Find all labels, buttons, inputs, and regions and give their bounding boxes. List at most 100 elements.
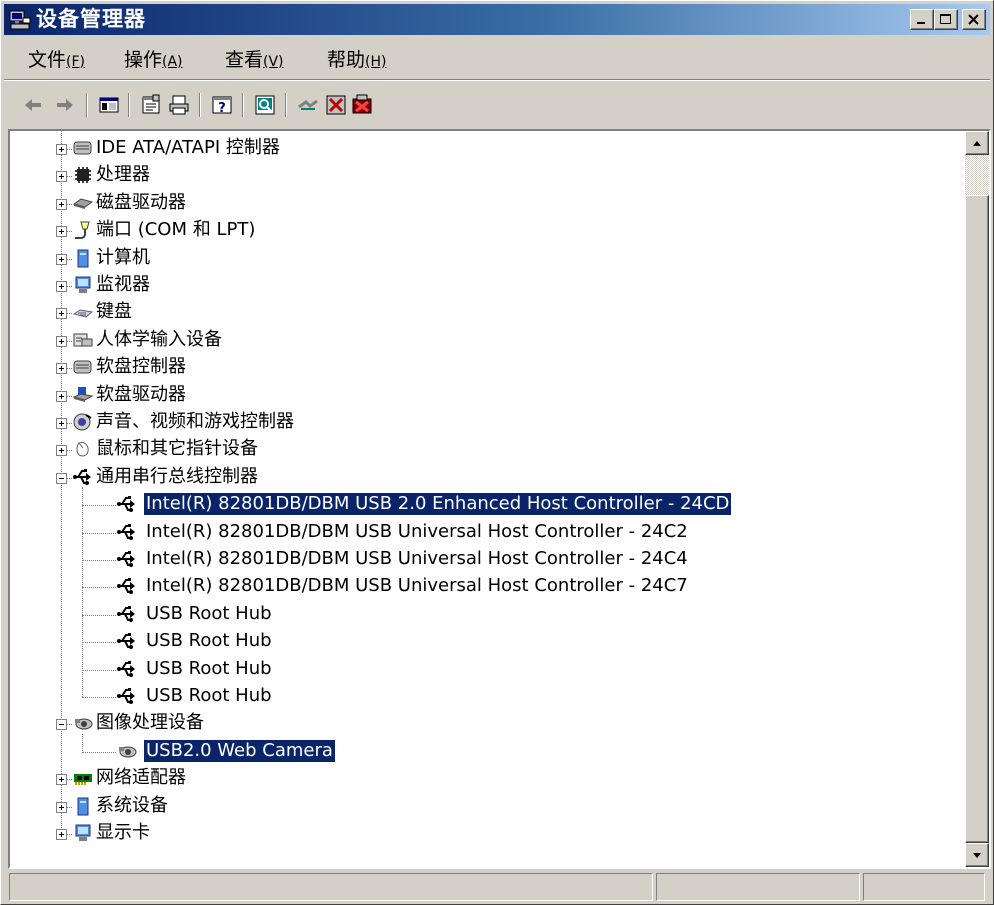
usb-icon — [117, 523, 135, 540]
status-pane-right — [863, 873, 985, 901]
tree-category[interactable]: IDE ATA/ATAPI 控制器 — [10, 135, 960, 162]
tree-category[interactable]: 软盘驱动器 — [10, 382, 960, 409]
tree-item-label: 监视器 — [96, 274, 150, 295]
device-manager-window: 设备管理器 文件(F) 操作(A) 查看(V) 帮助(H) ? IDE ATA/… — [0, 0, 994, 905]
monitor-icon — [75, 276, 91, 293]
tree-category[interactable]: 磁盘驱动器 — [10, 190, 960, 217]
tree-category[interactable]: 软盘控制器 — [10, 354, 960, 381]
toolbar-separator — [285, 93, 287, 117]
tree-category[interactable]: 声音、视频和游戏控制器 — [10, 409, 960, 436]
status-bar — [4, 873, 990, 901]
scroll-thumb[interactable] — [965, 195, 989, 843]
tree-item-label: 通用串行总线控制器 — [96, 465, 258, 487]
expand-plus-icon[interactable] — [56, 445, 67, 457]
expand-plus-icon[interactable] — [56, 335, 67, 347]
expand-plus-icon[interactable] — [56, 774, 67, 786]
tree-item-label: 声音、视频和游戏控制器 — [96, 411, 294, 432]
tree-category[interactable]: 显示卡 — [10, 820, 960, 847]
device-tree-panel[interactable]: IDE ATA/ATAPI 控制器 处理器磁盘驱动器端口 (COM 和 LPT) 计… — [8, 129, 991, 869]
scan-hardware-icon[interactable] — [253, 93, 277, 117]
processor-icon — [75, 167, 91, 184]
tree-device[interactable]: USB Root Hub — [10, 601, 960, 628]
scroll-up-button[interactable] — [965, 131, 989, 155]
forward-arrow-icon[interactable] — [53, 93, 77, 117]
expand-plus-icon[interactable] — [56, 253, 67, 265]
expand-plus-icon[interactable] — [56, 418, 67, 429]
expand-plus-icon[interactable] — [56, 363, 67, 375]
show-hide-console-tree-icon[interactable] — [97, 93, 121, 117]
tree-category[interactable]: 通用串行总线控制器 — [10, 464, 960, 491]
back-arrow-icon[interactable] — [21, 93, 45, 117]
tree-category[interactable]: 处理器 — [10, 162, 960, 189]
network-adapter-icon — [74, 774, 92, 786]
menu-help[interactable]: 帮助(H) — [327, 49, 386, 73]
tree-device[interactable]: Intel(R) 82801DB/DBM USB 2.0 Enhanced Ho… — [10, 491, 960, 518]
tree-connector-line — [82, 614, 116, 616]
tree-connector-line — [82, 505, 116, 507]
expand-plus-icon[interactable] — [56, 171, 67, 183]
expand-plus-icon[interactable] — [56, 198, 67, 210]
computer-icon — [77, 249, 89, 268]
window-title: 设备管理器 — [36, 7, 146, 31]
display-adapter-icon — [75, 824, 91, 841]
tree-category[interactable]: 系统设备 — [10, 793, 960, 820]
tree-device[interactable]: USB Root Hub — [10, 628, 960, 655]
ide-controller-icon — [73, 141, 92, 155]
tree-category[interactable]: 网络适配器 — [10, 765, 960, 792]
menu-file[interactable]: 文件(F) — [28, 49, 85, 73]
expand-plus-icon[interactable] — [56, 144, 67, 155]
toolbar-separator — [199, 93, 201, 117]
imaging-icon — [75, 718, 93, 730]
expand-plus-icon[interactable] — [56, 390, 67, 402]
toolbar-separator — [128, 93, 130, 117]
scroll-down-arrow-icon — [973, 853, 981, 858]
tree-category[interactable]: 鼠标和其它指针设备 — [10, 436, 960, 463]
collapse-minus-icon[interactable] — [56, 719, 67, 731]
tree-category[interactable]: 监视器 — [10, 272, 960, 299]
collapse-minus-icon[interactable] — [56, 472, 67, 484]
update-driver-icon[interactable] — [296, 93, 320, 117]
close-button[interactable] — [962, 9, 986, 30]
tree-item-label: 处理器 — [96, 164, 150, 186]
tree-category[interactable]: 图像处理设备 — [10, 710, 960, 737]
disable-device-icon[interactable] — [324, 93, 348, 117]
menu-action[interactable]: 操作(A) — [124, 49, 183, 73]
tree-item-label: 鼠标和其它指针设备 — [96, 438, 258, 460]
scroll-down-button[interactable] — [965, 843, 989, 867]
expand-plus-icon[interactable] — [56, 829, 67, 840]
tree-device[interactable]: Intel(R) 82801DB/DBM USB Universal Host … — [10, 546, 960, 573]
tree-category[interactable]: 人体学输入设备 — [10, 327, 960, 354]
expand-plus-icon[interactable] — [56, 801, 67, 813]
status-pane-middle — [656, 873, 860, 901]
vertical-scrollbar[interactable] — [965, 131, 989, 867]
minimize-icon — [917, 22, 925, 24]
expand-plus-icon[interactable] — [56, 226, 67, 238]
tree-item-label: 软盘驱动器 — [96, 383, 186, 405]
help-icon[interactable]: ? — [210, 93, 234, 117]
menu-view[interactable]: 查看(V) — [225, 49, 284, 73]
usb-icon — [117, 660, 135, 677]
tree-category[interactable]: 端口 (COM 和 LPT) — [10, 217, 960, 244]
port-icon — [75, 221, 90, 240]
tree-item-label: 网络适配器 — [96, 767, 186, 789]
expand-plus-icon[interactable] — [56, 281, 67, 292]
tree-device[interactable]: Intel(R) 82801DB/DBM USB Universal Host … — [10, 519, 960, 546]
minimize-button[interactable] — [910, 9, 934, 30]
tree-item-label: Intel(R) 82801DB/DBM USB Universal Host … — [146, 575, 688, 597]
expand-plus-icon[interactable] — [56, 308, 67, 320]
device-tree[interactable]: IDE ATA/ATAPI 控制器 处理器磁盘驱动器端口 (COM 和 LPT) 计… — [10, 131, 965, 867]
print-icon[interactable] — [167, 93, 191, 117]
tree-device[interactable]: USB Root Hub — [10, 656, 960, 683]
tree-device[interactable]: Intel(R) 82801DB/DBM USB Universal Host … — [10, 573, 960, 600]
tree-category[interactable]: 键盘 — [10, 299, 960, 326]
tree-category[interactable]: 计算机 — [10, 245, 960, 272]
title-bar[interactable]: 设备管理器 — [4, 4, 990, 35]
tree-device[interactable]: USB2.0 Web Camera — [10, 738, 960, 765]
tree-connector-line — [82, 697, 116, 698]
properties-icon[interactable] — [139, 93, 163, 117]
uninstall-device-icon[interactable] — [350, 93, 374, 117]
tree-device[interactable]: USB Root Hub — [10, 683, 960, 710]
usb-icon — [117, 688, 135, 704]
tree-item-label: 磁盘驱动器 — [96, 191, 186, 213]
maximize-button[interactable] — [934, 9, 958, 30]
